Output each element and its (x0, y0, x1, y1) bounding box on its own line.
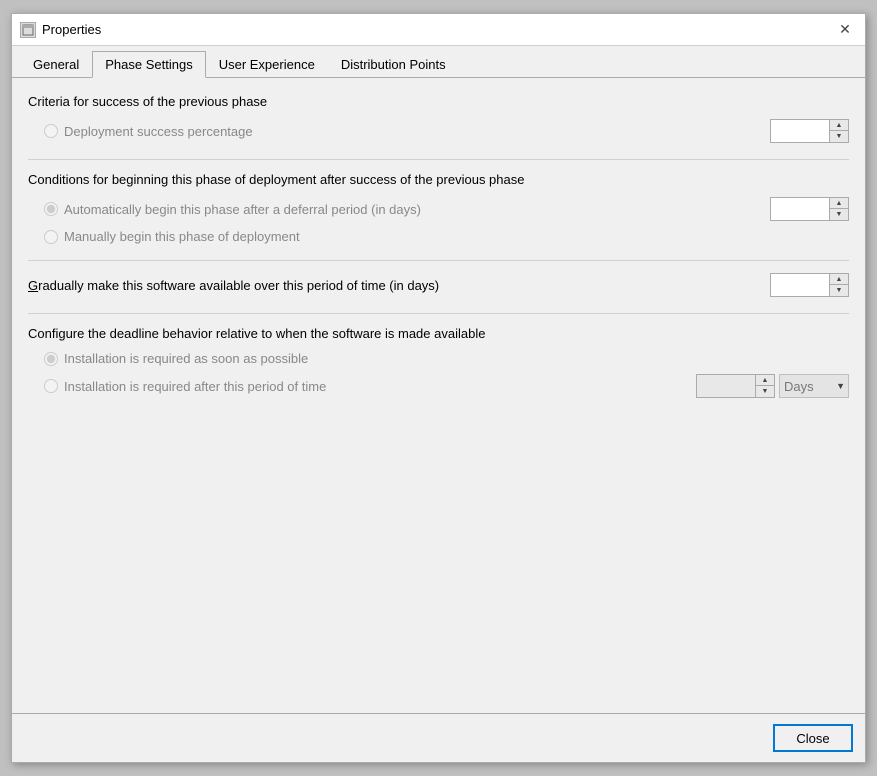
asap-label: Installation is required as soon as poss… (64, 351, 849, 366)
gradually-increment[interactable]: ▲ (830, 274, 848, 285)
criteria-section: Criteria for success of the previous pha… (28, 94, 849, 143)
tab-user-experience[interactable]: User Experience (206, 51, 328, 78)
auto-begin-spinner-buttons: ▲ ▼ (830, 197, 849, 221)
tab-distribution-points[interactable]: Distribution Points (328, 51, 459, 78)
period-label: Installation is required after this peri… (64, 379, 688, 394)
gradually-decrement[interactable]: ▼ (830, 285, 848, 296)
gradually-label: Gradually make this software available o… (28, 278, 762, 293)
auto-begin-decrement[interactable]: ▼ (830, 209, 848, 220)
criteria-title: Criteria for success of the previous pha… (28, 94, 849, 109)
divider-3 (28, 313, 849, 314)
conditions-section: Conditions for beginning this phase of d… (28, 172, 849, 244)
deployment-success-increment[interactable]: ▲ (830, 120, 848, 131)
gradually-input[interactable]: 0 (770, 273, 830, 297)
period-spinner: 7 ▲ ▼ (696, 374, 775, 398)
deployment-success-decrement[interactable]: ▼ (830, 131, 848, 142)
deadline-title: Configure the deadline behavior relative… (28, 326, 849, 341)
tab-bar: General Phase Settings User Experience D… (12, 46, 865, 78)
deployment-success-spinner: 65 ▲ ▼ (770, 119, 849, 143)
properties-window: Properties ✕ General Phase Settings User… (11, 13, 866, 763)
deployment-success-spinner-buttons: ▲ ▼ (830, 119, 849, 143)
auto-begin-spinner: 0 ▲ ▼ (770, 197, 849, 221)
deployment-success-radio[interactable] (44, 124, 58, 138)
window-title: Properties (42, 22, 833, 37)
auto-begin-row: Automatically begin this phase after a d… (28, 197, 849, 221)
auto-begin-radio[interactable] (44, 202, 58, 216)
gradually-spinner-buttons: ▲ ▼ (830, 273, 849, 297)
auto-begin-label: Automatically begin this phase after a d… (64, 202, 762, 217)
auto-begin-input[interactable]: 0 (770, 197, 830, 221)
period-decrement[interactable]: ▼ (756, 386, 774, 397)
period-row: Installation is required after this peri… (28, 374, 849, 398)
gradually-underline: G (28, 278, 38, 293)
close-button[interactable]: Close (773, 724, 853, 752)
conditions-title: Conditions for beginning this phase of d… (28, 172, 849, 187)
period-increment[interactable]: ▲ (756, 375, 774, 386)
content-area: Criteria for success of the previous pha… (12, 78, 865, 713)
period-input[interactable]: 7 (696, 374, 756, 398)
deadline-section: Configure the deadline behavior relative… (28, 326, 849, 398)
divider-2 (28, 260, 849, 261)
deployment-success-label: Deployment success percentage (64, 124, 762, 139)
period-radio[interactable] (44, 379, 58, 393)
criteria-option-row: Deployment success percentage 65 ▲ ▼ (28, 119, 849, 143)
period-dropdown[interactable]: Days Weeks Months (779, 374, 849, 398)
title-bar: Properties ✕ (12, 14, 865, 46)
gradually-row: Gradually make this software available o… (28, 273, 849, 297)
manual-begin-label: Manually begin this phase of deployment (64, 229, 849, 244)
gradually-spinner: 0 ▲ ▼ (770, 273, 849, 297)
manual-begin-radio[interactable] (44, 230, 58, 244)
close-window-button[interactable]: ✕ (833, 18, 857, 42)
auto-begin-increment[interactable]: ▲ (830, 198, 848, 209)
tab-general[interactable]: General (20, 51, 92, 78)
footer: Close (12, 713, 865, 762)
asap-row: Installation is required as soon as poss… (28, 351, 849, 366)
divider-1 (28, 159, 849, 160)
tab-phase-settings[interactable]: Phase Settings (92, 51, 205, 78)
deployment-success-input[interactable]: 65 (770, 119, 830, 143)
asap-radio[interactable] (44, 352, 58, 366)
window-icon (20, 22, 36, 38)
gradually-text: radually make this software available ov… (38, 278, 439, 293)
period-dropdown-wrapper: Days Weeks Months ▼ (779, 374, 849, 398)
period-spinner-buttons: ▲ ▼ (756, 374, 775, 398)
period-controls: 7 ▲ ▼ Days Weeks Months ▼ (688, 374, 849, 398)
manual-begin-row: Manually begin this phase of deployment (28, 229, 849, 244)
